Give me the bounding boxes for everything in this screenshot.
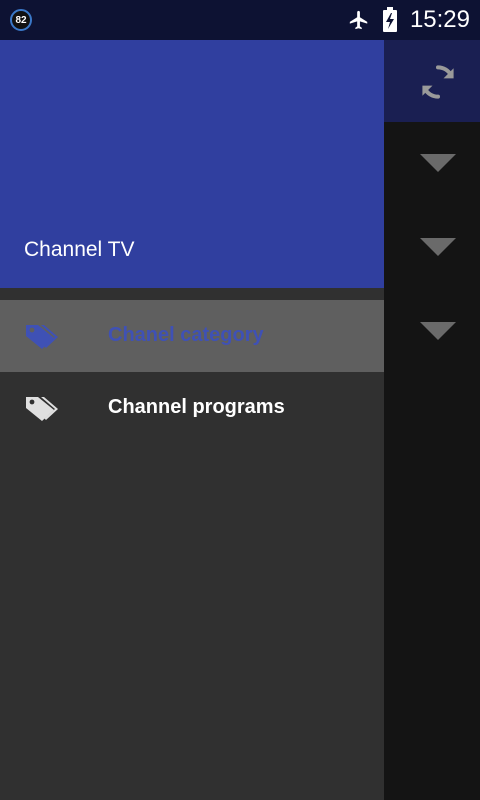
status-bar: 82 15:29: [0, 0, 480, 40]
dropdown-arrow-3[interactable]: [418, 316, 458, 346]
chevron-down-icon: [420, 154, 456, 172]
tags-icon: [26, 397, 58, 421]
navigation-drawer: Channel TV Chanel category Channel progr…: [0, 0, 384, 800]
clock: 15:29: [409, 6, 470, 33]
drawer-item-label: Channel programs: [108, 396, 285, 418]
drawer-title: Channel TV: [24, 238, 135, 261]
airplane-mode-icon: [349, 10, 368, 30]
dropdown-arrow-2[interactable]: [418, 232, 458, 262]
notification-badge: 82: [10, 9, 32, 31]
dropdown-arrow-1[interactable]: [418, 148, 458, 178]
chevron-down-icon: [420, 238, 456, 256]
refresh-icon: [422, 65, 454, 99]
drawer-item-channel-programs[interactable]: Channel programs: [0, 372, 384, 444]
drawer-header: Channel TV: [0, 0, 384, 288]
refresh-button[interactable]: [412, 56, 464, 108]
drawer-item-label: Chanel category: [108, 324, 264, 346]
drawer-item-chanel-category[interactable]: Chanel category: [0, 300, 384, 372]
chevron-down-icon: [420, 322, 456, 340]
battery-charging-icon: [382, 7, 397, 32]
tags-icon: [26, 325, 58, 349]
